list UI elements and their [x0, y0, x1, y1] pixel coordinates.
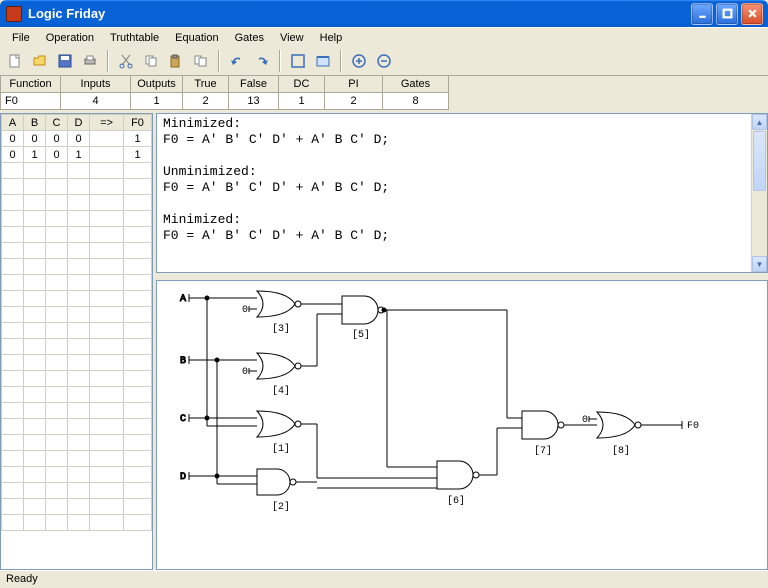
- sum-hdr-function[interactable]: Function: [1, 76, 61, 93]
- redo-icon[interactable]: [251, 50, 273, 72]
- tt-hdr-f0[interactable]: F0: [124, 115, 152, 131]
- svg-text:[4]: [4]: [272, 385, 290, 397]
- output-label: F0: [687, 421, 699, 432]
- open-file-icon[interactable]: [29, 50, 51, 72]
- menu-truthtable[interactable]: Truthtable: [102, 30, 167, 46]
- app-icon: [6, 6, 22, 22]
- close-button[interactable]: [741, 3, 763, 25]
- menu-gates[interactable]: Gates: [227, 30, 272, 46]
- scroll-down-icon[interactable]: ▼: [752, 256, 767, 272]
- zoom-fit-icon[interactable]: [287, 50, 309, 72]
- truthtable-pane: A B C D => F0 0 0 0 0 1 0 1: [0, 113, 156, 570]
- svg-text:[3]: [3]: [272, 323, 290, 335]
- splitter[interactable]: [156, 273, 768, 280]
- svg-text:[8]: [8]: [612, 445, 630, 457]
- svg-text:[2]: [2]: [272, 501, 290, 513]
- gate-diagram[interactable]: A B C D 0 [3]: [156, 280, 768, 570]
- toolbar: [0, 47, 768, 75]
- input-b: B: [180, 356, 186, 367]
- truthtable[interactable]: A B C D => F0 0 0 0 0 1 0 1: [0, 113, 153, 570]
- tt-hdr-a[interactable]: A: [2, 115, 24, 131]
- sum-hdr-dc[interactable]: DC: [279, 76, 325, 93]
- window-title: Logic Friday: [28, 6, 105, 21]
- status-text: Ready: [6, 573, 38, 585]
- tt-hdr-b[interactable]: B: [24, 115, 46, 131]
- equation-pane[interactable]: Minimized: F0 = A' B' C' D' + A' B C' D;…: [156, 113, 768, 273]
- input-d: D: [180, 472, 186, 483]
- titlebar: Logic Friday: [0, 0, 768, 27]
- equation-text: Minimized: F0 = A' B' C' D' + A' B C' D;…: [157, 114, 767, 246]
- sum-hdr-inputs[interactable]: Inputs: [61, 76, 131, 93]
- input-a: A: [180, 294, 186, 305]
- svg-text:[1]: [1]: [272, 443, 290, 455]
- save-icon[interactable]: [54, 50, 76, 72]
- zoom-window-icon[interactable]: [312, 50, 334, 72]
- copy-icon[interactable]: [140, 50, 162, 72]
- paste-icon[interactable]: [165, 50, 187, 72]
- summary-row[interactable]: F0 4 1 2 13 1 2 8: [1, 93, 768, 110]
- sum-hdr-gates[interactable]: Gates: [383, 76, 449, 93]
- tt-hdr-arrow[interactable]: =>: [90, 115, 124, 131]
- tt-row[interactable]: 0 1 0 1 1: [2, 147, 152, 163]
- menu-equation[interactable]: Equation: [167, 30, 226, 46]
- new-file-icon[interactable]: [4, 50, 26, 72]
- plus-icon[interactable]: [348, 50, 370, 72]
- scrollbar[interactable]: ▲ ▼: [751, 114, 767, 272]
- svg-text:[7]: [7]: [534, 445, 552, 457]
- svg-text:[6]: [6]: [447, 495, 465, 507]
- statusbar: Ready: [0, 570, 768, 588]
- tt-hdr-d[interactable]: D: [68, 115, 90, 131]
- svg-text:0: 0: [242, 305, 248, 316]
- sum-hdr-pi[interactable]: PI: [325, 76, 383, 93]
- minus-icon[interactable]: [373, 50, 395, 72]
- menu-view[interactable]: View: [272, 30, 312, 46]
- menubar[interactable]: File Operation Truthtable Equation Gates…: [0, 27, 768, 47]
- summary-table: Function Inputs Outputs True False DC PI…: [0, 75, 768, 110]
- menu-help[interactable]: Help: [312, 30, 351, 46]
- menu-operation[interactable]: Operation: [38, 30, 102, 46]
- cut-icon[interactable]: [115, 50, 137, 72]
- scroll-thumb[interactable]: [753, 131, 766, 191]
- svg-text:0: 0: [242, 367, 248, 378]
- svg-text:[5]: [5]: [352, 329, 370, 341]
- print-icon[interactable]: [79, 50, 101, 72]
- scroll-up-icon[interactable]: ▲: [752, 114, 767, 130]
- maximize-button[interactable]: [716, 3, 738, 25]
- undo-icon[interactable]: [226, 50, 248, 72]
- menu-file[interactable]: File: [4, 30, 38, 46]
- input-c: C: [180, 414, 186, 425]
- tt-hdr-c[interactable]: C: [46, 115, 68, 131]
- copy-doc-icon[interactable]: [190, 50, 212, 72]
- minimize-button[interactable]: [691, 3, 713, 25]
- tt-row[interactable]: 0 0 0 0 1: [2, 131, 152, 147]
- sum-hdr-false[interactable]: False: [229, 76, 279, 93]
- svg-text:0: 0: [582, 415, 588, 426]
- sum-hdr-true[interactable]: True: [183, 76, 229, 93]
- sum-hdr-outputs[interactable]: Outputs: [131, 76, 183, 93]
